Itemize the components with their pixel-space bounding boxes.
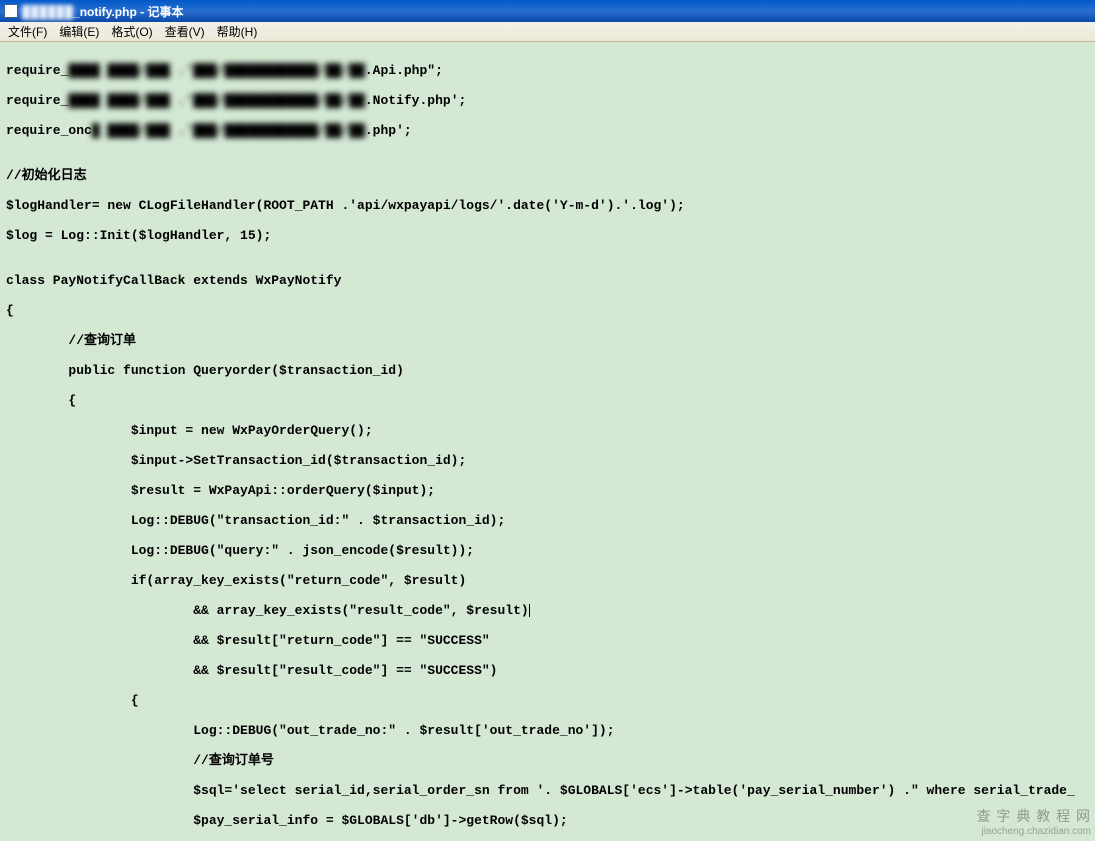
code-line: Log::DEBUG("out_trade_no:" . $result['ou… bbox=[6, 723, 1089, 738]
code-line: $input = new WxPayOrderQuery(); bbox=[6, 423, 1089, 438]
menu-help[interactable]: 帮助(H) bbox=[211, 21, 264, 42]
text-cursor bbox=[529, 604, 530, 617]
code-line: $pay_serial_info = $GLOBALS['db']->getRo… bbox=[6, 813, 1089, 828]
code-line: class PayNotifyCallBack extends WxPayNot… bbox=[6, 273, 1089, 288]
code-line: && array_key_exists("result_code", $resu… bbox=[6, 603, 1089, 618]
code-line: { bbox=[6, 393, 1089, 408]
menu-format[interactable]: 格式(O) bbox=[105, 21, 158, 42]
code-line: $sql='select serial_id,serial_order_sn f… bbox=[6, 783, 1089, 798]
editor-area[interactable]: require_████ ████/███ .'███/████████████… bbox=[0, 42, 1095, 841]
window-titlebar: ██████_notify.php - 记事本 bbox=[0, 0, 1095, 22]
code-line: { bbox=[6, 693, 1089, 708]
code-line: $input->SetTransaction_id($transaction_i… bbox=[6, 453, 1089, 468]
code-line: $result = WxPayApi::orderQuery($input); bbox=[6, 483, 1089, 498]
code-line: && $result["result_code"] == "SUCCESS") bbox=[6, 663, 1089, 678]
code-line: require_████ ████/███ .'███/████████████… bbox=[6, 63, 1089, 78]
code-line: $logHandler= new CLogFileHandler(ROOT_PA… bbox=[6, 198, 1089, 213]
code-line: && $result["return_code"] == "SUCCESS" bbox=[6, 633, 1089, 648]
code-line: if(array_key_exists("return_code", $resu… bbox=[6, 573, 1089, 588]
watermark: 查 字 典 教 程 网 jiaocheng.chazidian.com bbox=[977, 806, 1091, 837]
code-line: require_████ ████/███ .'███/████████████… bbox=[6, 93, 1089, 108]
code-line: { bbox=[6, 303, 1089, 318]
notepad-icon bbox=[4, 4, 18, 18]
menu-view[interactable]: 查看(V) bbox=[159, 21, 211, 42]
code-line: require_onc█ ████/███ .'███/████████████… bbox=[6, 123, 1089, 138]
code-line: //初始化日志 bbox=[6, 168, 1089, 183]
window-title: ██████_notify.php - 记事本 bbox=[22, 3, 183, 20]
code-line: Log::DEBUG("transaction_id:" . $transact… bbox=[6, 513, 1089, 528]
menu-edit[interactable]: 编辑(E) bbox=[53, 21, 105, 42]
watermark-main: 查 字 典 教 程 网 bbox=[977, 808, 1091, 824]
watermark-sub: jiaocheng.chazidian.com bbox=[977, 826, 1091, 837]
code-line: //查询订单号 bbox=[6, 753, 1089, 768]
code-line: $log = Log::Init($logHandler, 15); bbox=[6, 228, 1089, 243]
code-line: Log::DEBUG("query:" . json_encode($resul… bbox=[6, 543, 1089, 558]
code-line: public function Queryorder($transaction_… bbox=[6, 363, 1089, 378]
code-line: //查询订单 bbox=[6, 333, 1089, 348]
menubar: 文件(F) 编辑(E) 格式(O) 查看(V) 帮助(H) bbox=[0, 22, 1095, 42]
menu-file[interactable]: 文件(F) bbox=[2, 21, 53, 42]
